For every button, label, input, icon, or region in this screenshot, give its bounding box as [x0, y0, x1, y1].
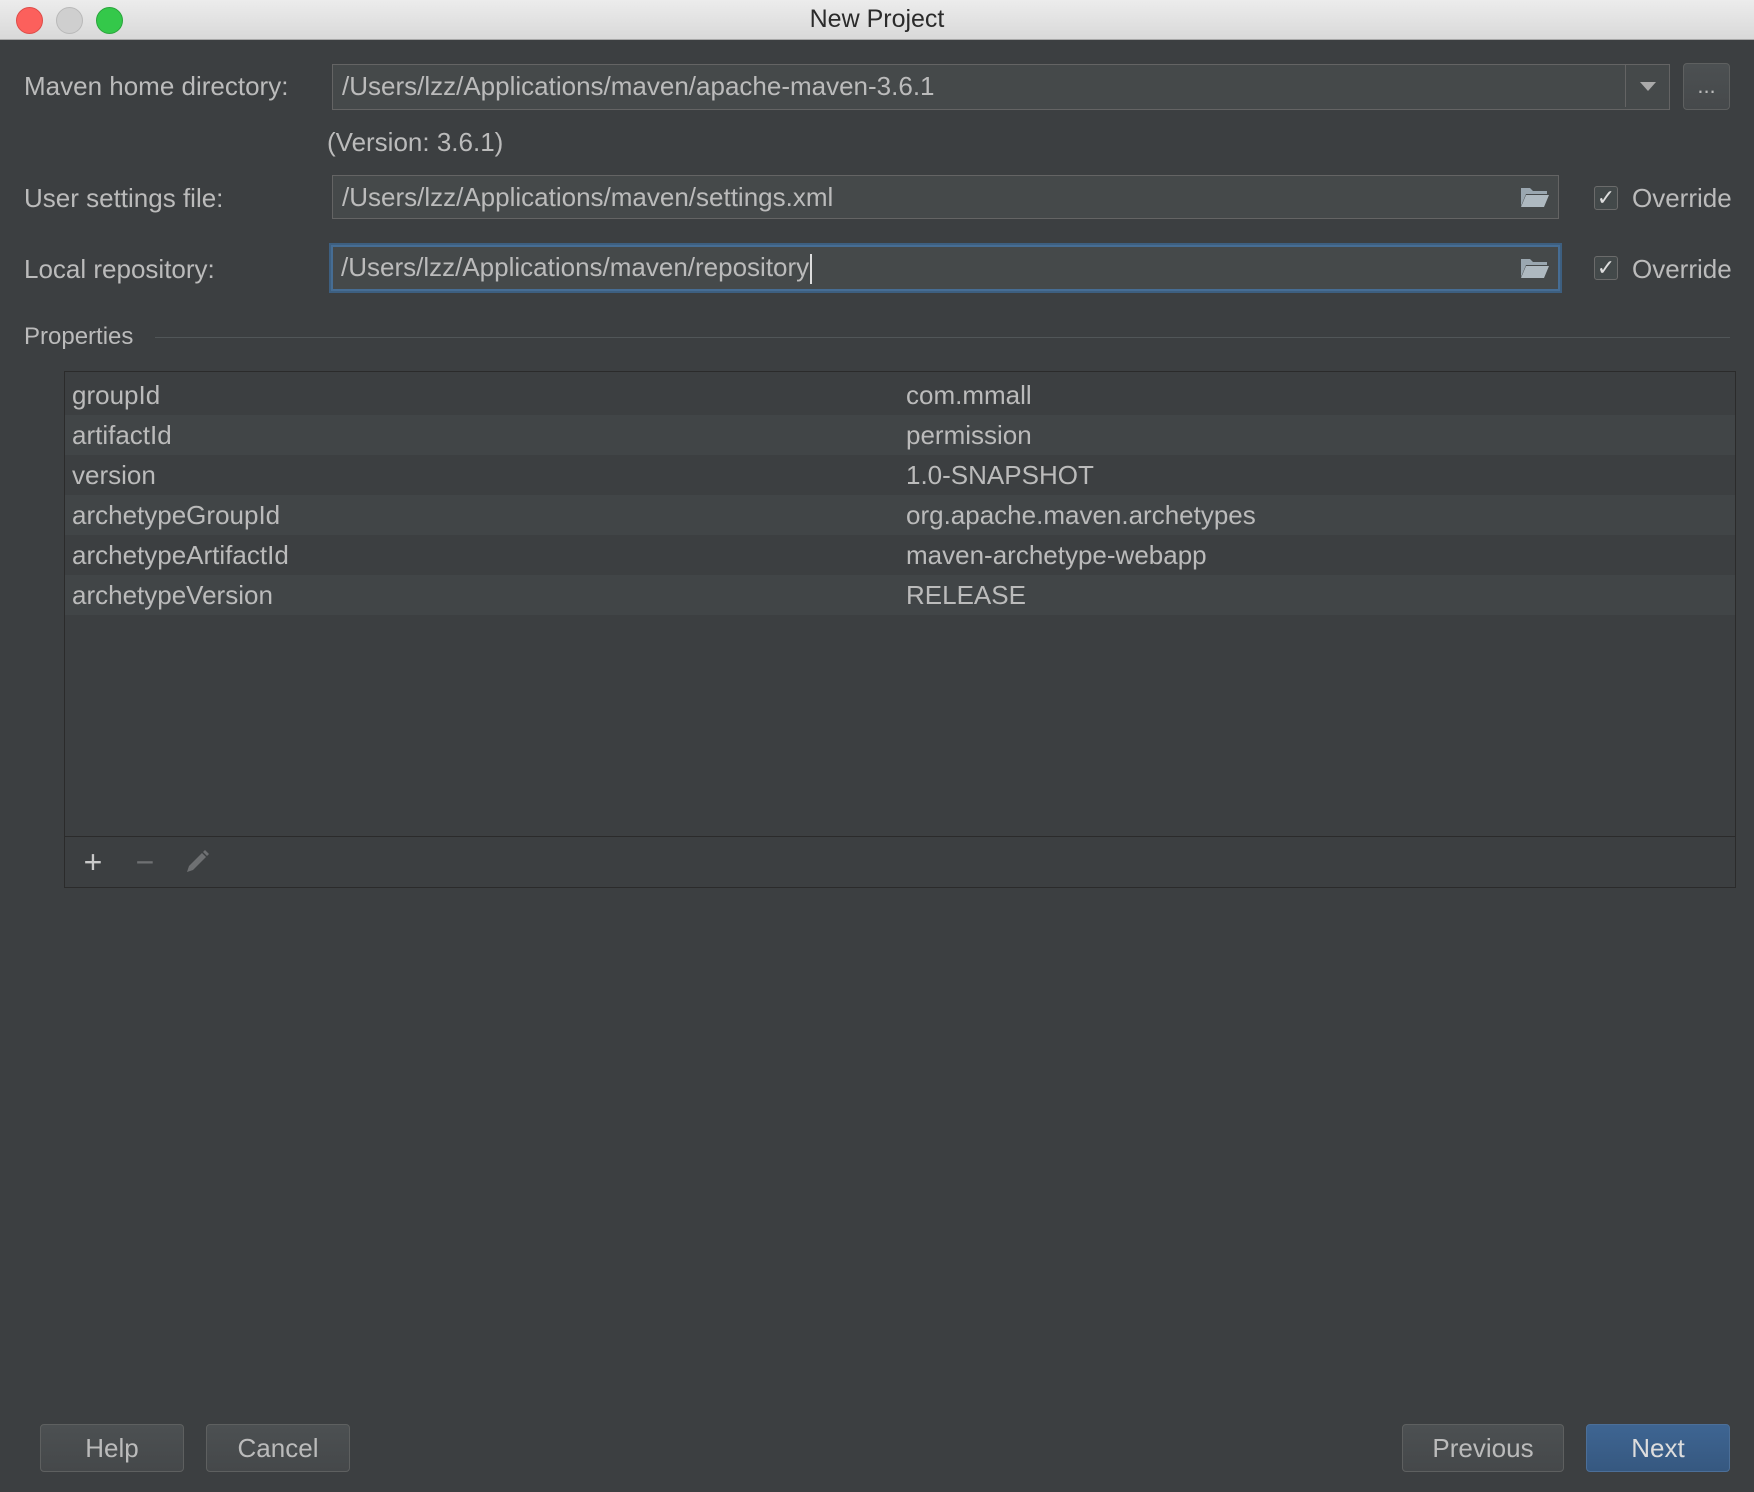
user-settings-label: User settings file:: [24, 183, 224, 213]
property-value: org.apache.maven.archetypes: [906, 500, 1256, 530]
property-key: archetypeGroupId: [72, 500, 281, 530]
previous-button[interactable]: Previous: [1402, 1424, 1564, 1472]
properties-title: Properties: [24, 323, 134, 350]
minus-icon[interactable]: −: [131, 846, 159, 878]
property-key: version: [72, 460, 156, 490]
table-row[interactable]: version 1.0-SNAPSHOT: [65, 455, 1735, 495]
folder-open-icon[interactable]: [1520, 256, 1550, 280]
table-row[interactable]: groupId com.mmall: [65, 375, 1735, 415]
property-key: artifactId: [72, 420, 172, 450]
chevron-down-icon[interactable]: [1625, 65, 1669, 107]
help-button[interactable]: Help: [40, 1424, 184, 1472]
title-bar: New Project: [0, 0, 1754, 40]
property-key: groupId: [72, 380, 161, 410]
property-key: archetypeVersion: [72, 580, 273, 610]
maven-version-text: (Version: 3.6.1): [327, 127, 504, 157]
cancel-button[interactable]: Cancel: [206, 1424, 350, 1472]
property-value: maven-archetype-webapp: [906, 540, 1207, 570]
plus-icon[interactable]: +: [79, 846, 107, 878]
folder-open-icon[interactable]: [1520, 185, 1550, 209]
user-settings-override-label: Override: [1632, 183, 1732, 213]
local-repo-override-checkbox[interactable]: ✓: [1594, 256, 1618, 280]
local-repo-value: /Users/lzz/Applications/maven/repository: [341, 252, 810, 282]
maven-home-browse-button[interactable]: ...: [1683, 63, 1730, 110]
user-settings-override-checkbox[interactable]: ✓: [1594, 186, 1618, 210]
local-repo-label: Local repository:: [24, 254, 215, 284]
table-row[interactable]: archetypeGroupId org.apache.maven.archety…: [65, 495, 1735, 535]
property-value: 1.0-SNAPSHOT: [906, 460, 1094, 490]
table-row[interactable]: archetypeArtifactId maven-archetype-webap…: [65, 535, 1735, 575]
pencil-icon[interactable]: [183, 848, 211, 876]
maven-home-value: /Users/lzz/Applications/maven/apache-mav…: [342, 71, 935, 101]
text-caret: [810, 254, 813, 285]
table-row[interactable]: archetypeVersion RELEASE: [65, 575, 1735, 615]
user-settings-input[interactable]: /Users/lzz/Applications/maven/settings.x…: [332, 175, 1559, 219]
local-repo-override-label: Override: [1632, 254, 1732, 284]
property-key: archetypeArtifactId: [72, 540, 289, 570]
maven-home-combobox[interactable]: /Users/lzz/Applications/maven/apache-mav…: [332, 64, 1670, 110]
table-row[interactable]: artifactId permission: [65, 415, 1735, 455]
properties-separator: [155, 337, 1730, 338]
properties-toolbar: + −: [65, 836, 1735, 887]
property-value: RELEASE: [906, 580, 1026, 610]
next-button[interactable]: Next: [1586, 1424, 1730, 1472]
window-title: New Project: [809, 5, 945, 33]
user-settings-value: /Users/lzz/Applications/maven/settings.x…: [342, 182, 834, 212]
local-repo-input[interactable]: /Users/lzz/Applications/maven/repository: [331, 245, 1560, 291]
maven-home-label: Maven home directory:: [24, 71, 289, 101]
property-value: permission: [906, 420, 1032, 450]
properties-table: groupId com.mmall artifactId permission vers…: [64, 371, 1736, 888]
properties-rows: groupId com.mmall artifactId permission vers…: [65, 375, 1735, 615]
property-value: com.mmall: [906, 380, 1032, 410]
